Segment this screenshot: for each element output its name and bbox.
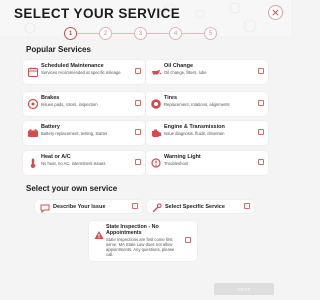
service-card-tires[interactable]: Tires Replacement, rotations, alignments <box>146 92 268 116</box>
inspection-title: State Inspection - No Appointments <box>106 224 159 236</box>
service-checkbox[interactable] <box>135 68 141 74</box>
battery-icon <box>27 126 39 138</box>
tire-icon <box>150 97 162 109</box>
service-description: Troubleshoot <box>164 161 189 166</box>
service-checkbox[interactable] <box>135 129 141 135</box>
step-connector <box>112 33 134 34</box>
service-card-battery[interactable]: Battery Battery replacement, testing, st… <box>23 121 145 145</box>
popular-services-heading: Popular Services <box>26 45 91 54</box>
thermometer-icon <box>27 156 39 168</box>
step-connector <box>147 33 169 34</box>
step-connector <box>77 33 99 34</box>
service-description: Issue diagnosis, fluids, drivetrain <box>164 131 225 136</box>
service-card-scheduled-maintenance[interactable]: Scheduled Maintenance Services recommend… <box>23 60 145 84</box>
service-checkbox[interactable] <box>258 68 264 74</box>
inspection-checkbox[interactable] <box>185 237 191 243</box>
option-checkbox[interactable] <box>132 203 138 209</box>
service-description: Battery replacement, testing, starter <box>41 131 108 136</box>
next-button[interactable]: NEXT <box>214 283 274 295</box>
service-description: Issues pads, rotors, inspection <box>41 102 98 107</box>
service-name: Tires <box>164 95 178 101</box>
option-checkbox[interactable] <box>244 203 250 209</box>
option-name: Describe Your Issue <box>53 203 106 210</box>
describe-issue-option[interactable]: Describe Your Issue <box>35 200 142 214</box>
service-name: Engine & Transmission <box>164 124 225 130</box>
oil-can-icon <box>150 65 162 77</box>
service-description: Oil change, filters, lube <box>164 70 207 75</box>
service-card-engine-transmission[interactable]: Engine & Transmission Issue diagnosis, f… <box>146 121 268 145</box>
progress-stepper: 1 2 3 4 5 <box>64 27 217 41</box>
service-name: Battery <box>41 124 60 130</box>
engine-icon <box>150 126 162 138</box>
service-checkbox[interactable] <box>135 100 141 106</box>
service-description: Services recommended at specific mileage <box>41 70 121 75</box>
inspection-description: State Inspections are first come first s… <box>106 237 175 257</box>
service-checkbox[interactable] <box>258 129 264 135</box>
service-name: Oil Change <box>164 63 194 69</box>
warning-light-icon <box>150 156 162 168</box>
step-4: 4 <box>169 27 182 40</box>
chat-bubble-icon <box>39 201 51 214</box>
service-checkbox[interactable] <box>135 159 141 165</box>
own-service-heading: Select your own service <box>26 184 118 193</box>
step-2: 2 <box>99 27 112 40</box>
brake-icon <box>27 97 39 110</box>
step-1: 1 <box>64 27 77 40</box>
service-description: No heat, no AC, intermittent issues <box>41 161 106 166</box>
service-description: Replacement, rotations, alignments <box>164 102 230 107</box>
option-name: Select Specific Service <box>165 203 225 210</box>
service-card-warning-light[interactable]: Warning Light Troubleshoot <box>146 151 268 175</box>
service-card-oil-change[interactable]: Oil Change Oil change, filters, lube <box>146 60 268 84</box>
step-connector <box>182 33 204 34</box>
step-5: 5 <box>204 27 217 40</box>
close-icon <box>272 9 279 16</box>
service-card-brakes[interactable]: Brakes Issues pads, rotors, inspection <box>23 92 145 116</box>
service-checkbox[interactable] <box>258 100 264 106</box>
service-name: Warning Light <box>164 154 201 160</box>
step-3: 3 <box>134 27 147 40</box>
state-inspection-card[interactable]: State Inspection - No Appointments State… <box>89 221 197 261</box>
warning-triangle-icon <box>94 227 104 239</box>
select-specific-service-option[interactable]: Select Specific Service <box>147 200 254 213</box>
service-name: Heat or A/C <box>41 154 71 160</box>
service-name: Scheduled Maintenance <box>41 63 104 69</box>
modal-title: SELECT YOUR SERVICE <box>14 6 181 21</box>
service-checkbox[interactable] <box>258 159 264 165</box>
service-name: Brakes <box>41 95 60 101</box>
calendar-icon <box>27 65 39 77</box>
close-button[interactable] <box>268 5 283 20</box>
service-card-heat-ac[interactable]: Heat or A/C No heat, no AC, intermittent… <box>23 151 145 175</box>
wrench-icon <box>151 201 163 213</box>
